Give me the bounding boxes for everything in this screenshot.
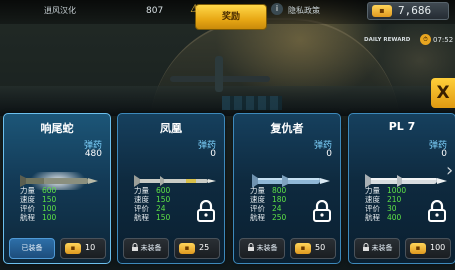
stat-label: 力量 <box>250 186 265 195</box>
price-button[interactable]: ▪ 100 <box>405 238 451 259</box>
lock-icon <box>313 200 331 222</box>
stat-label: 力量 <box>365 186 380 195</box>
back-label[interactable]: 逍风汉化 <box>44 5 76 16</box>
price-value: 25 <box>199 243 210 252</box>
equip-button[interactable]: 未装备 <box>239 238 285 259</box>
equip-button[interactable]: 已装备 <box>9 238 55 259</box>
stat-value: 400 <box>387 213 402 222</box>
stat-value: 100 <box>42 213 57 222</box>
weapon-card[interactable]: 凤凰 弹药 0 力量 600 速度 150 评价 24 航程 150 未装备 ▪ 25 <box>117 113 225 264</box>
stat-range: 航程 400 <box>365 213 401 222</box>
price-button[interactable]: ▪ 50 <box>290 238 336 259</box>
stat-value: 800 <box>272 186 287 195</box>
stat-label: 速度 <box>365 195 380 204</box>
stat-label: 速度 <box>20 195 35 204</box>
price-value: 50 <box>315 243 326 252</box>
price-value: 10 <box>85 243 96 252</box>
weapon-card[interactable]: PL 7 弹药 0 力量 1000 速度 210 评价 30 航程 400 未装备 ▪ … <box>348 113 455 264</box>
privacy-policy-link[interactable]: 隐私政策 <box>288 5 320 16</box>
price-button[interactable]: ▪ 10 <box>60 238 106 259</box>
stat-speed: 速度 180 <box>250 195 286 204</box>
stat-value: 600 <box>156 186 171 195</box>
currency-value: 7,686 <box>398 4 432 17</box>
stat-label: 航程 <box>365 213 380 222</box>
equip-label: 未装备 <box>256 244 278 252</box>
aircraft-silhouette <box>215 56 223 92</box>
stat-power: 力量 800 <box>250 186 286 195</box>
warning-icon: ⚠ <box>190 2 200 15</box>
clock-icon: ⏱ <box>420 34 431 45</box>
stat-value: 100 <box>42 204 57 213</box>
weapon-name: 复仇者 <box>270 122 304 135</box>
reward-button[interactable]: 奖励 <box>195 4 267 30</box>
stat-rating: 评价 100 <box>20 204 56 213</box>
chevron-right-icon[interactable]: › <box>446 156 455 186</box>
lock-icon <box>428 200 446 222</box>
stat-label: 航程 <box>134 213 149 222</box>
stat-range: 航程 100 <box>20 213 56 222</box>
gold-bar-icon: ▪ <box>179 243 195 254</box>
stat-power: 力量 1000 <box>365 186 406 195</box>
stat-value: 210 <box>387 195 402 204</box>
lock-icon <box>197 200 215 222</box>
stat-label: 速度 <box>134 195 149 204</box>
equip-label: 未装备 <box>140 244 162 252</box>
stat-value: 600 <box>42 186 57 195</box>
stat-value: 150 <box>156 195 171 204</box>
ammo-value: 0 <box>326 149 332 159</box>
stat-label: 速度 <box>250 195 265 204</box>
stat-label: 评价 <box>365 204 380 213</box>
stat-range: 航程 150 <box>134 213 170 222</box>
stat-value: 180 <box>272 195 287 204</box>
ammo-value: 480 <box>84 149 102 159</box>
small-lock-icon <box>131 243 138 251</box>
stat-range: 航程 250 <box>250 213 286 222</box>
stat-label: 航程 <box>20 213 35 222</box>
stat-power: 力量 600 <box>20 186 56 195</box>
stat-rating: 评价 24 <box>250 204 282 213</box>
stat-label: 力量 <box>134 186 149 195</box>
equip-label: 未装备 <box>371 244 393 252</box>
small-lock-icon <box>247 243 254 251</box>
daily-reward-timer: 07:52 <box>433 36 454 44</box>
gold-bar-icon: ▪ <box>410 243 426 254</box>
stat-value: 250 <box>272 213 287 222</box>
stat-label: 航程 <box>250 213 265 222</box>
small-lock-icon <box>362 243 369 251</box>
weapon-card[interactable]: 复仇者 弹药 0 力量 800 速度 180 评价 24 航程 250 未装备 ▪ 50 <box>233 113 341 264</box>
stat-speed: 速度 150 <box>134 195 170 204</box>
equip-button[interactable]: 未装备 <box>354 238 400 259</box>
stat-label: 评价 <box>20 204 35 213</box>
stat-rating: 评价 24 <box>134 204 166 213</box>
weapon-name: 响尾蛇 <box>40 122 74 135</box>
stat-value: 24 <box>156 204 166 213</box>
ammo-value: 0 <box>210 149 216 159</box>
stat-rating: 评价 30 <box>365 204 397 213</box>
stat-value: 150 <box>42 195 57 204</box>
equip-button[interactable]: 未装备 <box>123 238 169 259</box>
gold-bar-icon: ▪ <box>295 243 311 254</box>
stat-power: 力量 600 <box>134 186 170 195</box>
price-button[interactable]: ▪ 25 <box>174 238 220 259</box>
info-icon[interactable]: i <box>271 3 283 15</box>
stat-value: 1000 <box>387 186 407 195</box>
price-value: 100 <box>430 243 446 252</box>
stat-label: 力量 <box>20 186 35 195</box>
stat-speed: 速度 150 <box>20 195 56 204</box>
weapon-name: 凤凰 <box>160 122 182 135</box>
hangar-crates <box>222 96 282 110</box>
score-value: 807 <box>146 6 164 16</box>
weapon-name: PL 7 <box>388 120 416 133</box>
gold-bar-icon: ▪ <box>372 5 392 17</box>
stat-value: 150 <box>156 213 171 222</box>
weapon-card[interactable]: 响尾蛇 弹药 480 力量 600 速度 150 评价 100 航程 100 已装备 ▪… <box>3 113 111 264</box>
daily-reward-label[interactable]: DAILY REWARD <box>364 37 410 43</box>
stat-speed: 速度 210 <box>365 195 401 204</box>
stat-value: 30 <box>387 204 397 213</box>
stat-label: 评价 <box>250 204 265 213</box>
stat-value: 24 <box>272 204 282 213</box>
stat-label: 评价 <box>134 204 149 213</box>
close-button[interactable]: X <box>431 78 455 108</box>
gold-bar-icon: ▪ <box>65 243 81 254</box>
